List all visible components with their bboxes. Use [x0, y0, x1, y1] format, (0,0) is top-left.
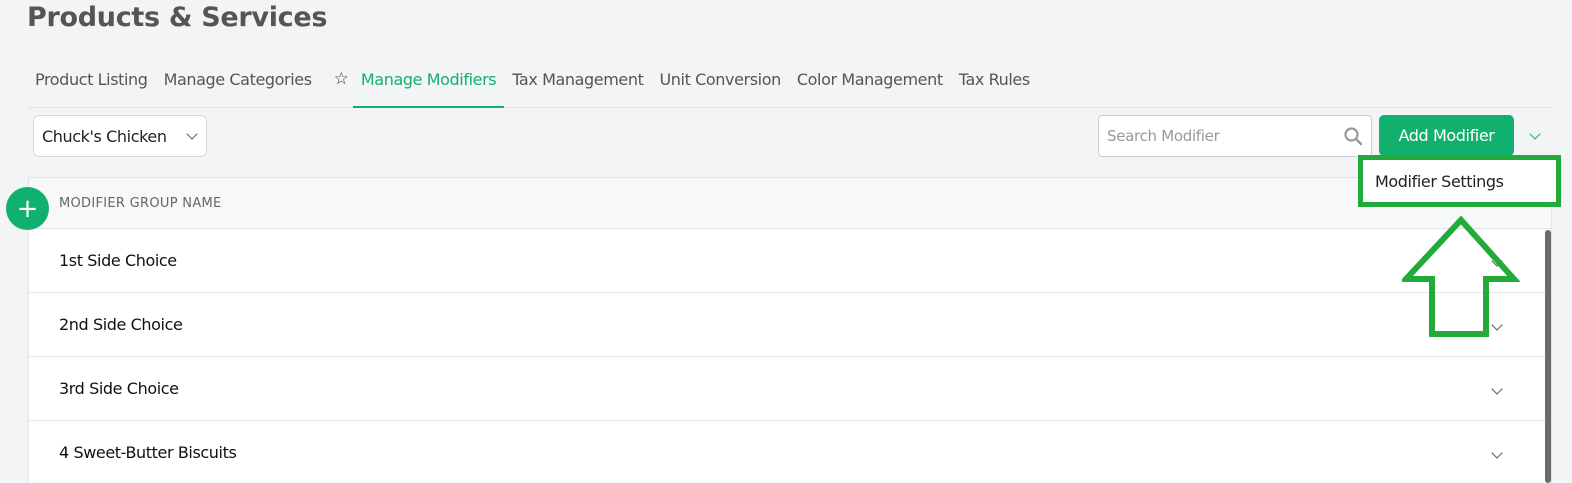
- table-row[interactable]: 4 Sweet-Butter Biscuits: [29, 421, 1551, 483]
- plus-icon[interactable]: +: [6, 187, 49, 230]
- tab-unit-conversion[interactable]: Unit Conversion: [651, 62, 788, 108]
- column-header-modifier-group-name: MODIFIER GROUP NAME: [59, 195, 222, 211]
- search-icon[interactable]: [1343, 126, 1363, 146]
- add-modifier-dropdown-toggle[interactable]: [1520, 122, 1550, 150]
- table-row[interactable]: 2nd Side Choice: [29, 293, 1551, 357]
- search-input[interactable]: [1107, 127, 1343, 145]
- chevron-down-icon: [1529, 128, 1541, 140]
- store-select-value: Chuck's Chicken: [42, 126, 167, 146]
- tab-bar: Product Listing Manage Categories ☆ Mana…: [27, 62, 1552, 108]
- chevron-down-icon: [186, 128, 198, 140]
- tab-product-listing[interactable]: Product Listing: [27, 62, 156, 108]
- modifier-table: MODIFIER GROUP NAME 1st Side Choice 2nd …: [28, 177, 1552, 483]
- scrollbar[interactable]: [1545, 230, 1551, 483]
- row-label: 1st Side Choice: [59, 251, 177, 270]
- search-box: [1098, 115, 1372, 157]
- tab-manage-modifiers[interactable]: Manage Modifiers: [352, 62, 505, 108]
- add-modifier-button[interactable]: Add Modifier: [1379, 115, 1514, 156]
- tab-tax-management[interactable]: Tax Management: [504, 62, 651, 108]
- tab-tax-rules[interactable]: Tax Rules: [951, 62, 1038, 108]
- table-row[interactable]: 1st Side Choice: [29, 229, 1551, 293]
- table-row[interactable]: 3rd Side Choice: [29, 357, 1551, 421]
- chevron-down-icon[interactable]: [1491, 446, 1503, 459]
- row-label: 2nd Side Choice: [59, 315, 183, 334]
- chevron-down-icon[interactable]: [1491, 382, 1503, 395]
- tab-color-management[interactable]: Color Management: [789, 62, 951, 108]
- annotation-arrow-icon: [1402, 215, 1520, 337]
- tab-manage-categories[interactable]: Manage Categories: [156, 62, 320, 108]
- store-select[interactable]: Chuck's Chicken: [33, 115, 207, 157]
- menu-item-modifier-settings[interactable]: Modifier Settings: [1358, 155, 1561, 207]
- star-icon[interactable]: ☆: [320, 62, 353, 108]
- page-title: Products & Services: [27, 2, 328, 33]
- table-header: MODIFIER GROUP NAME: [29, 178, 1551, 229]
- row-label: 3rd Side Choice: [59, 379, 179, 398]
- row-label: 4 Sweet-Butter Biscuits: [59, 443, 237, 462]
